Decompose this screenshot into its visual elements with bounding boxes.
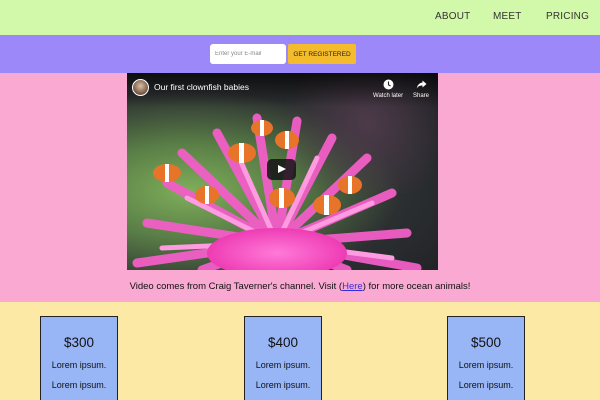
- top-nav: ABOUT MEET PRICING: [0, 0, 600, 35]
- nav-link-meet[interactable]: MEET: [493, 11, 522, 22]
- share-button[interactable]: Share: [413, 79, 429, 99]
- pricing-price: $300: [63, 335, 95, 350]
- channel-avatar[interactable]: [132, 79, 149, 96]
- video-player[interactable]: Our first clownfish babies Watch later S…: [127, 73, 438, 270]
- clock-icon: [383, 79, 394, 90]
- play-icon: [278, 165, 286, 173]
- watch-later-label: Watch later: [373, 93, 404, 99]
- caption-link-here[interactable]: Here: [342, 281, 363, 292]
- nav-link-about[interactable]: ABOUT: [435, 11, 470, 22]
- caption-prefix: Video comes from Craig Taverner's channe…: [129, 281, 343, 292]
- signup-bar: GET REGISTERED: [0, 35, 600, 73]
- share-icon: [416, 80, 426, 89]
- pricing-feature: Lorem ipsum.: [51, 380, 107, 390]
- share-label: Share: [413, 93, 430, 99]
- video-caption: Video comes from Craig Taverner's channe…: [0, 281, 600, 292]
- get-registered-button[interactable]: GET REGISTERED: [288, 44, 356, 64]
- pricing-feature: Lorem ipsum.: [458, 380, 514, 390]
- video-title[interactable]: Our first clownfish babies: [154, 82, 249, 92]
- pricing-feature: Lorem ipsum.: [255, 380, 311, 390]
- nav-link-pricing[interactable]: PRICING: [546, 11, 589, 22]
- play-button[interactable]: [267, 159, 296, 180]
- watch-later-button[interactable]: Watch later: [373, 79, 403, 99]
- caption-suffix: ) for more ocean animals!: [362, 281, 471, 292]
- pricing-feature: Lorem ipsum.: [255, 360, 311, 370]
- pricing-price: $400: [267, 335, 299, 350]
- pricing-card-500: $500 Lorem ipsum. Lorem ipsum.: [447, 316, 525, 400]
- pricing-feature: Lorem ipsum.: [51, 360, 107, 370]
- video-section: Our first clownfish babies Watch later S…: [0, 73, 600, 302]
- pricing-card-300: $300 Lorem ipsum. Lorem ipsum.: [40, 316, 118, 400]
- pricing-feature: Lorem ipsum.: [458, 360, 514, 370]
- pricing-card-400: $400 Lorem ipsum. Lorem ipsum.: [244, 316, 322, 400]
- email-input[interactable]: [210, 44, 286, 64]
- pricing-price: $500: [470, 335, 502, 350]
